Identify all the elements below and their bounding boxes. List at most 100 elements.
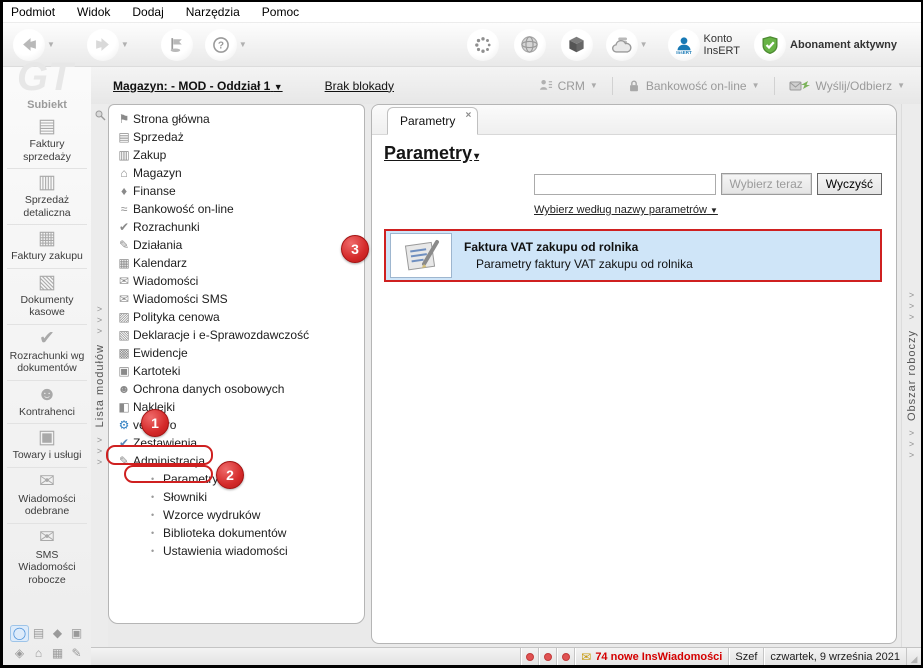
page-title[interactable]: Parametry ▾ — [384, 143, 479, 164]
cloud-database-button[interactable] — [605, 28, 638, 61]
module-label: Wiadomości odebrane — [18, 492, 76, 518]
tree-item-label: Deklaracje i e-Sprawozdawczość — [133, 328, 310, 342]
tree-item-label: Ochrona danych osobowych — [133, 382, 285, 396]
tree-subitem[interactable]: • Biblioteka dokumentów — [115, 524, 360, 542]
obszar-roboczy-strip[interactable]: > > > Obszar roboczy > > > — [901, 104, 921, 647]
module-shortcut-icon[interactable]: ◈ — [10, 645, 29, 662]
nav-forward-icon — [96, 38, 110, 51]
annotation-box-parametry — [124, 465, 213, 483]
blokada-link[interactable]: Brak blokady — [325, 79, 394, 93]
svg-text:InsERT: InsERT — [676, 50, 692, 55]
module-label: Dokumenty kasowe — [20, 293, 74, 319]
module-shortcut-icon[interactable]: ▦ — [48, 645, 67, 662]
konto-insert-button[interactable]: InsERT — [667, 28, 700, 61]
parameter-result-item[interactable]: Faktura VAT zakupu od rolnika Parametry … — [384, 229, 882, 282]
magazyn-selector[interactable]: Magazyn: - MOD - Oddział 1 ▼ — [113, 79, 283, 93]
nav-forward-dropdown[interactable]: ▼ — [121, 40, 129, 49]
inswiadomosci-cell[interactable]: ✉ 74 nowe InsWiadomości — [574, 648, 728, 665]
help-icon: ? — [212, 36, 229, 53]
tree-item[interactable]: ✉ Wiadomości SMS — [115, 290, 360, 308]
pin-icon[interactable] — [94, 110, 106, 125]
tree-subitem[interactable]: • Wzorce wydruków — [115, 506, 360, 524]
menu-item[interactable]: Narzędzia — [186, 5, 240, 19]
tree-subitem[interactable]: • Słowniki — [115, 488, 360, 506]
collapse-chevron-icon: > — [908, 439, 915, 450]
tree-item-icon: ▥ — [118, 148, 130, 162]
lista-modulow-strip[interactable]: > > > Lista modułów > > > — [91, 104, 108, 647]
konto-insert-label: Konto InsERT — [703, 32, 741, 57]
help-button[interactable]: ? — [204, 28, 237, 61]
tree-item[interactable]: ▧ Deklaracje i e-Sprawozdawczość — [115, 326, 360, 344]
crm-button[interactable]: CRM ▼ — [530, 78, 606, 93]
module-item[interactable]: ▥ Sprzedaż detaliczna — [7, 169, 87, 225]
menu-item[interactable]: Pomoc — [262, 5, 299, 19]
tree-item[interactable]: ⌂ Magazyn — [115, 164, 360, 182]
module-item[interactable]: ▧ Dokumenty kasowe — [7, 269, 87, 325]
abonament-button[interactable] — [754, 28, 787, 61]
tree-item-label: Wiadomości — [133, 274, 199, 288]
collapse-chevron-icon: > — [96, 445, 103, 456]
module-item[interactable]: ✉ Wiadomości odebrane — [7, 468, 87, 524]
resize-grip[interactable]: ◢ — [906, 648, 921, 665]
module-shortcut-icon[interactable]: ⌂ — [29, 645, 48, 662]
menu-item[interactable]: Dodaj — [132, 5, 163, 19]
help-dropdown[interactable]: ▼ — [239, 40, 247, 49]
tree-subitem[interactable]: • Ustawienia wiadomości — [115, 542, 360, 560]
tree-item[interactable]: ≈ Bankowość on-line — [115, 200, 360, 218]
module-shortcut-icon[interactable]: ▤ — [29, 625, 48, 642]
flag-button[interactable] — [160, 28, 193, 61]
cloud-dropdown[interactable]: ▼ — [640, 40, 648, 49]
bankowosc-caret-icon: ▼ — [751, 81, 760, 90]
status-bar: ✉ 74 nowe InsWiadomości Szef czwartek, 9… — [91, 647, 921, 665]
tab-close-icon[interactable]: × — [466, 110, 472, 121]
globe-button[interactable] — [513, 28, 546, 61]
cube-button[interactable] — [560, 28, 593, 61]
tree-item[interactable]: ♦ Finanse — [115, 182, 360, 200]
tree-item[interactable]: ▨ Polityka cenowa — [115, 308, 360, 326]
tree-item[interactable]: ▩ Ewidencje — [115, 344, 360, 362]
nav-back-dropdown[interactable]: ▼ — [47, 40, 55, 49]
module-shortcut-icon[interactable]: ◆ — [48, 625, 67, 642]
bankowosc-button[interactable]: Bankowość on-line ▼ — [619, 79, 768, 93]
tree-item[interactable]: ✔ Rozrachunki — [115, 218, 360, 236]
tree-item[interactable]: ✉ Wiadomości — [115, 272, 360, 290]
tree-item-icon: ♦ — [120, 184, 128, 198]
tree-item-icon: ✉ — [118, 292, 130, 306]
tree-item[interactable]: ▤ Sprzedaż — [115, 128, 360, 146]
tree-item-label: Zakup — [133, 148, 167, 162]
wyslij-odbierz-button[interactable]: Wyślij/Odbierz ▼ — [781, 78, 914, 93]
work-area: Parametry × Parametry ▾ Wybierz teraz Wy… — [371, 104, 897, 644]
parameter-document-icon — [404, 239, 439, 270]
nav-forward-button[interactable] — [86, 28, 119, 61]
tree-item[interactable]: ⚑ Strona główna — [115, 110, 360, 128]
wyslij-caret-icon: ▼ — [897, 81, 905, 90]
module-item[interactable]: ✔ Rozrachunki wg dokumentów — [7, 325, 87, 381]
wybierz-teraz-button[interactable]: Wybierz teraz — [720, 173, 812, 195]
bullet-icon: • — [151, 546, 155, 556]
tree-item[interactable]: ✎ Działania — [115, 236, 360, 254]
tree-item[interactable]: ▦ Kalendarz — [115, 254, 360, 272]
filter-caret-icon: ▼ — [709, 206, 718, 215]
cube-icon — [569, 36, 584, 53]
tab-parametry[interactable]: Parametry × — [387, 107, 479, 135]
tree-subitem-label: Wzorce wydruków — [163, 508, 261, 522]
module-item[interactable]: ▣ Towary i usługi — [7, 424, 87, 468]
module-shortcut-icon[interactable]: ◯ — [10, 625, 29, 642]
menu-item[interactable]: Podmiot — [11, 5, 55, 19]
filter-by-name-link[interactable]: Wybierz według nazwy parametrów ▼ — [534, 204, 718, 216]
vendero-sync-button[interactable] — [466, 28, 499, 61]
tree-item-label: Rozrachunki — [133, 220, 200, 234]
module-item[interactable]: ▤ Faktury sprzedaży — [7, 113, 87, 169]
wyczysc-button[interactable]: Wyczyść — [816, 173, 882, 195]
tree-item[interactable]: ▥ Zakup — [115, 146, 360, 164]
tree-item[interactable]: ☻ Ochrona danych osobowych — [115, 380, 360, 398]
menu-item[interactable]: Widok — [77, 5, 110, 19]
module-item[interactable]: ✉ SMS Wiadomości robocze — [7, 524, 87, 592]
module-item[interactable]: ▦ Faktury zakupu — [7, 225, 87, 269]
collapse-chevron-icon: > — [908, 428, 915, 439]
parameter-search-input[interactable] — [534, 173, 716, 195]
module-shortcut-icon[interactable]: ✎ — [67, 645, 86, 662]
tree-item[interactable]: ▣ Kartoteki — [115, 362, 360, 380]
module-shortcut-icon[interactable]: ▣ — [67, 625, 86, 642]
module-item[interactable]: ☻ Kontrahenci — [7, 381, 87, 424]
